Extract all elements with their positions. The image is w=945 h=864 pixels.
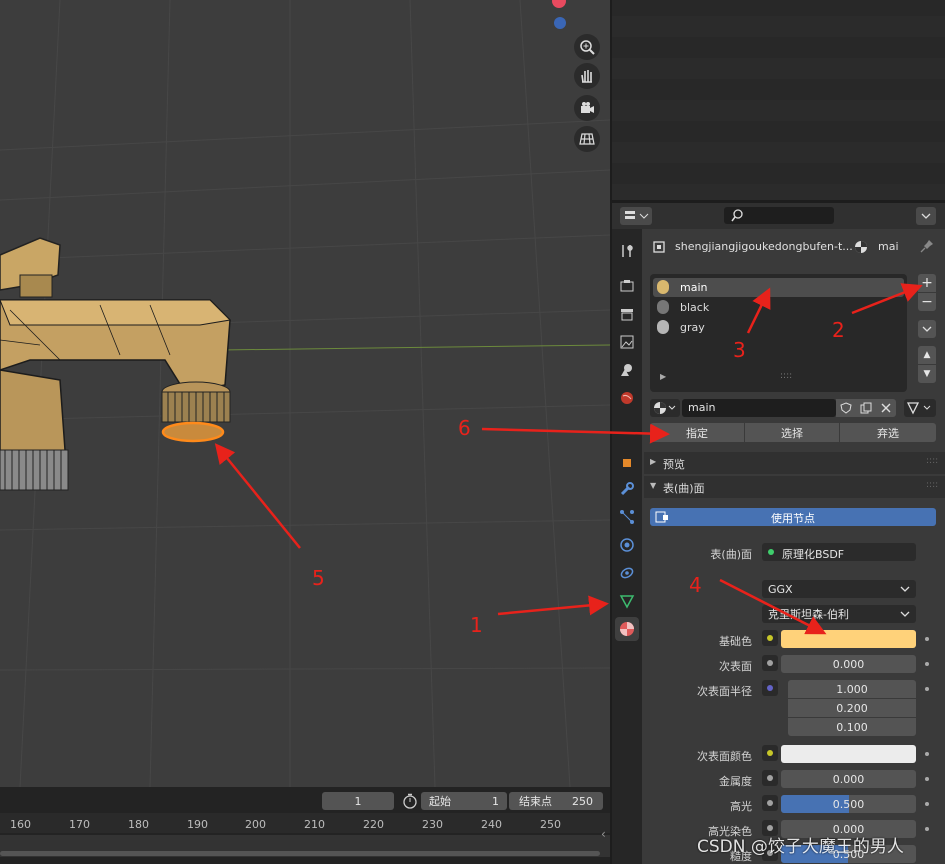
annotation-arrows: [214, 283, 923, 635]
annotation-number-3: 3: [733, 338, 746, 362]
annotation-number-2: 2: [832, 318, 845, 342]
annotation-arrow-1: [497, 595, 609, 616]
annotation-number-4: 4: [689, 573, 702, 597]
annotation-arrow-2: [851, 283, 923, 315]
watermark-text: CSDN @饺子大魔王的男人: [697, 837, 904, 857]
annotation-number-1: 1: [470, 613, 483, 637]
annotation-arrow-6: [481, 423, 670, 444]
annotation-arrow-5: [214, 443, 301, 549]
annotation-arrow-3: [746, 287, 771, 334]
annotation-number-6: 6: [458, 416, 471, 440]
annotation-number-5: 5: [312, 566, 325, 590]
annotation-arrow-4: [719, 578, 827, 635]
